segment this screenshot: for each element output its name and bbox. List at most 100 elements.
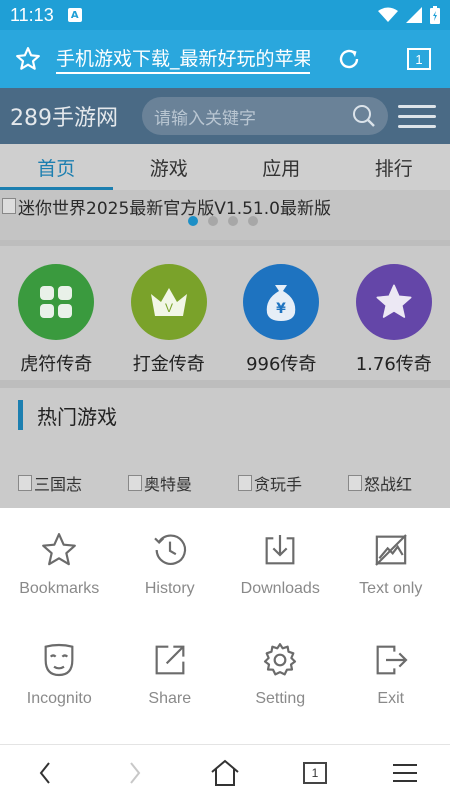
home-icon xyxy=(211,759,239,786)
broken-image-icon xyxy=(18,475,32,491)
banner[interactable]: 迷你世界2025最新官方版V1.51.0最新版 xyxy=(0,190,450,240)
site-search-placeholder: 请输入关键字 xyxy=(154,108,256,129)
tabs-button[interactable]: 1 xyxy=(388,30,450,88)
menu-downloads[interactable]: Downloads xyxy=(225,508,336,618)
forward-button[interactable] xyxy=(90,745,180,800)
web-page: 289手游网 请输入关键字 首页 游戏 应用 排行 迷你世界2025最新官方版V… xyxy=(0,88,450,508)
menu-label: Exit xyxy=(377,690,405,707)
menu-exit[interactable]: Exit xyxy=(336,618,447,728)
chevron-right-icon xyxy=(130,761,141,784)
chevron-left-icon xyxy=(39,761,50,784)
battery-icon xyxy=(430,6,440,24)
history-icon xyxy=(150,528,190,572)
browser-menu: Bookmarks History Downloads Text only In… xyxy=(0,508,450,744)
menu-button[interactable] xyxy=(360,745,450,800)
menu-label: Bookmarks xyxy=(19,580,100,597)
star-outline-icon xyxy=(16,47,40,70)
menu-bookmarks[interactable]: Bookmarks xyxy=(4,508,115,618)
download-icon xyxy=(260,528,300,572)
game-item[interactable]: 三国志 xyxy=(0,456,110,508)
quick-link-label: 1.76传奇 xyxy=(355,354,432,375)
game-label: 奥特曼 xyxy=(144,475,193,494)
game-label: 贪玩手 xyxy=(254,475,303,494)
notification-icon: A xyxy=(67,8,82,22)
quick-links: 虎符传奇 V 打金传奇 ¥ 996传奇 1.76传奇 xyxy=(0,240,450,380)
site-nav-ranking[interactable]: 排行 xyxy=(338,144,450,190)
menu-history[interactable]: History xyxy=(115,508,226,618)
site-search-input[interactable]: 请输入关键字 xyxy=(142,97,388,135)
hot-games-row: 三国志 奥特曼 贪玩手 怒战红 xyxy=(0,442,450,508)
broken-image-icon xyxy=(128,475,142,491)
pager-dot[interactable] xyxy=(248,216,258,226)
status-bar: 11:13 A xyxy=(0,0,450,30)
quick-link-label: 打金传奇 xyxy=(132,354,205,375)
hamburger-menu-icon xyxy=(393,763,417,782)
status-icons xyxy=(378,6,440,24)
quick-link[interactable]: 虎符传奇 xyxy=(0,264,113,380)
hot-games-title: 热门游戏 xyxy=(37,404,117,429)
game-item[interactable]: 怒战红 xyxy=(330,456,440,508)
site-menu-icon[interactable] xyxy=(398,104,436,128)
menu-label: Downloads xyxy=(240,580,320,597)
menu-setting[interactable]: Setting xyxy=(225,618,336,728)
menu-label: Share xyxy=(148,690,192,707)
back-button[interactable] xyxy=(0,745,90,800)
grid-icon xyxy=(18,264,95,340)
site-logo[interactable]: 289手游网 xyxy=(10,100,142,132)
site-header: 289手游网 请输入关键字 xyxy=(0,88,450,144)
quick-link[interactable]: ¥ 996传奇 xyxy=(225,264,338,380)
quick-link-label: 996传奇 xyxy=(246,354,317,375)
quick-link[interactable]: 1.76传奇 xyxy=(338,264,450,380)
menu-incognito[interactable]: Incognito xyxy=(4,618,115,728)
menu-label: History xyxy=(144,580,195,597)
refresh-button[interactable] xyxy=(310,30,388,88)
share-icon xyxy=(150,638,190,682)
hot-games-header: 热门游戏 xyxy=(0,380,450,442)
star-icon xyxy=(355,264,432,340)
quick-link-label: 虎符传奇 xyxy=(20,354,93,375)
cell-signal-icon xyxy=(406,7,422,23)
url-field[interactable]: 手机游戏下载_最新好玩的苹果 xyxy=(56,44,310,74)
bottom-toolbar: 1 xyxy=(0,744,450,800)
banner-label: 迷你世界2025最新官方版V1.51.0最新版 xyxy=(18,199,331,219)
menu-label: Text only xyxy=(359,580,423,597)
wifi-icon xyxy=(378,7,398,22)
section-marker xyxy=(18,400,23,430)
banner-text: 迷你世界2025最新官方版V1.51.0最新版 xyxy=(2,194,331,219)
bookmark-star-button[interactable] xyxy=(0,30,56,88)
menu-share[interactable]: Share xyxy=(115,618,226,728)
site-nav-home[interactable]: 首页 xyxy=(0,144,113,190)
search-icon[interactable] xyxy=(352,104,376,128)
pager-dot[interactable] xyxy=(208,216,218,226)
pager-dot[interactable] xyxy=(188,216,198,226)
no-image-icon xyxy=(371,528,411,572)
site-nav-apps[interactable]: 应用 xyxy=(225,144,338,190)
menu-label: Incognito xyxy=(26,690,92,707)
tabs-button-bottom[interactable]: 1 xyxy=(270,745,360,800)
site-nav: 首页 游戏 应用 排行 xyxy=(0,144,450,190)
tab-count: 1 xyxy=(407,48,431,70)
site-nav-games[interactable]: 游戏 xyxy=(113,144,226,190)
svg-text:¥: ¥ xyxy=(276,301,286,317)
game-item[interactable]: 贪玩手 xyxy=(220,456,330,508)
broken-image-icon xyxy=(348,475,362,491)
menu-label: Setting xyxy=(255,690,306,707)
star-outline-icon xyxy=(39,528,79,572)
mask-icon xyxy=(39,638,79,682)
tab-count: 1 xyxy=(303,761,327,784)
crown-icon: V xyxy=(130,264,207,340)
money-bag-icon: ¥ xyxy=(243,264,320,340)
exit-icon xyxy=(371,638,411,682)
game-item[interactable]: 奥特曼 xyxy=(110,456,220,508)
status-time: 11:13 xyxy=(10,4,54,25)
pager-dot[interactable] xyxy=(228,216,238,226)
home-button[interactable] xyxy=(180,745,270,800)
broken-image-icon xyxy=(238,475,252,491)
banner-pager xyxy=(188,216,258,226)
quick-link[interactable]: V 打金传奇 xyxy=(113,264,226,380)
address-bar: 手机游戏下载_最新好玩的苹果 1 xyxy=(0,30,450,88)
game-label: 三国志 xyxy=(34,475,83,494)
menu-text-only[interactable]: Text only xyxy=(336,508,447,618)
refresh-icon xyxy=(339,49,359,69)
gear-icon xyxy=(260,638,300,682)
